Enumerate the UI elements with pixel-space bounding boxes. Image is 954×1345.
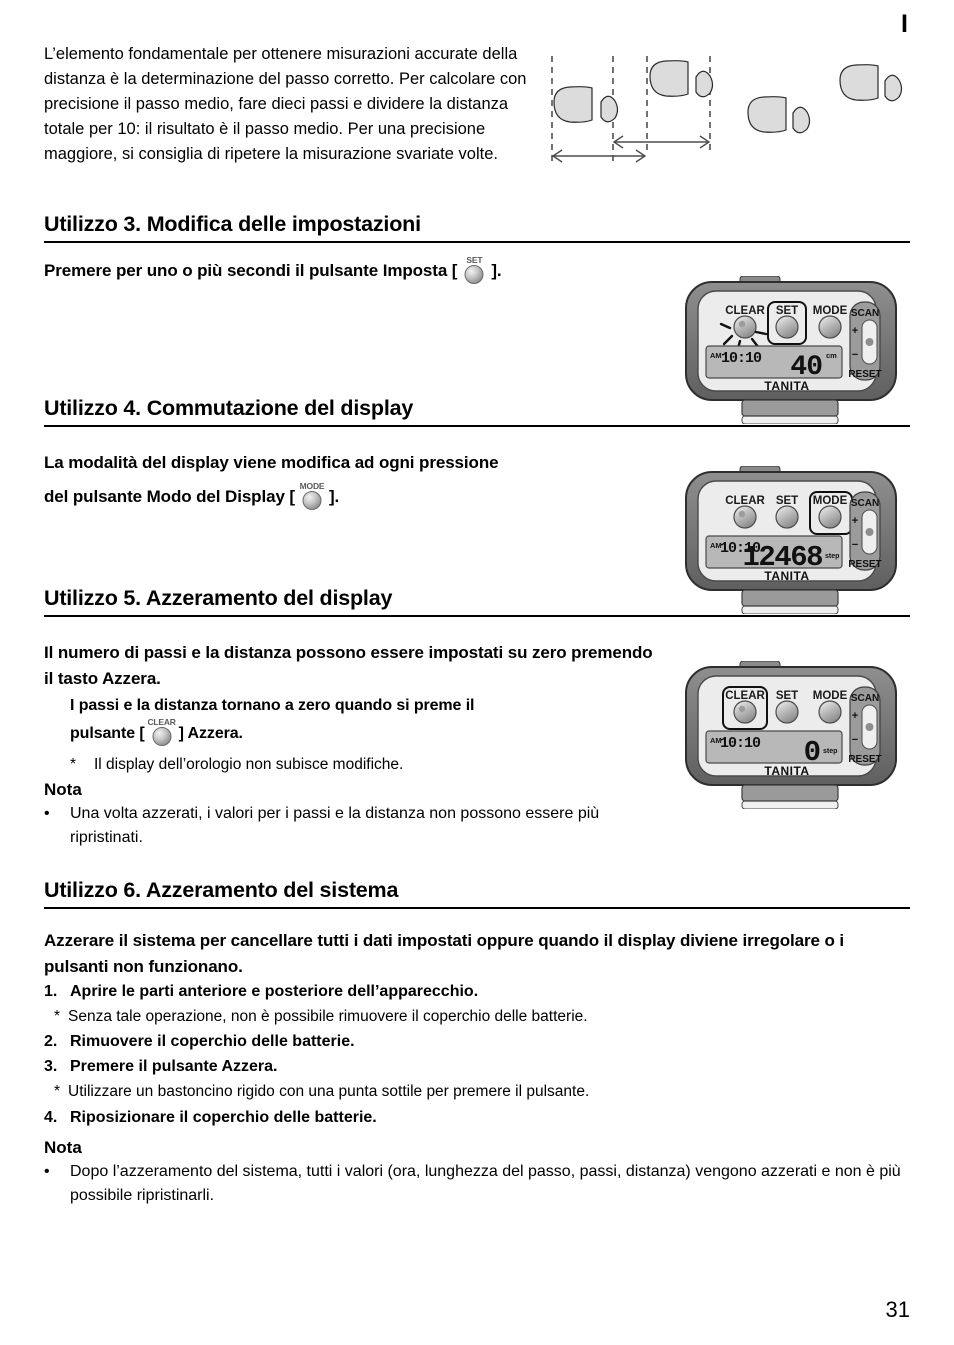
button-knob xyxy=(464,265,484,284)
section-title: Utilizzo 4. Commutazione del display xyxy=(44,396,414,420)
step-item: 4. Riposizionare il coperchio delle batt… xyxy=(44,1106,914,1130)
manual-page: I L’elemento fondamentale per ottenere m… xyxy=(0,0,954,1345)
heading-rule xyxy=(44,615,910,617)
star-symbol: * xyxy=(54,1083,61,1101)
step-text: Aprire le parti anteriore e posteriore d… xyxy=(70,983,479,1000)
svg-text:+: + xyxy=(852,710,858,722)
svg-text:+: + xyxy=(852,325,858,337)
clear-button-icon: CLEAR xyxy=(145,717,179,746)
svg-text:RESET: RESET xyxy=(848,754,881,765)
svg-text:MODE: MODE xyxy=(813,495,848,507)
button-knob xyxy=(302,491,322,510)
svg-text:cm: cm xyxy=(826,351,837,360)
heading-rule xyxy=(44,425,910,427)
svg-text:10:10: 10:10 xyxy=(721,350,762,367)
utilizzo5-sub-before: pulsante [ xyxy=(70,725,145,742)
heading-rule xyxy=(44,241,910,243)
utilizzo5-star-note: * Il display dell’orologio non subisce m… xyxy=(70,752,670,778)
utilizzo4-line1: La modalità del display viene modifica a… xyxy=(44,453,499,472)
set-button-icon: SET xyxy=(457,255,491,284)
svg-text:MODE: MODE xyxy=(813,690,848,702)
step-note: * Utilizzare un bastoncino rigido con un… xyxy=(44,1080,914,1103)
svg-text:+: + xyxy=(852,515,858,527)
step-item: 3. Premere il pulsante Azzera. xyxy=(44,1055,914,1079)
utilizzo6-nota: Nota • Dopo l’azzeramento del sistema, t… xyxy=(44,1138,914,1208)
utilizzo4-line2-after: ]. xyxy=(329,487,340,506)
star-note-text: Il display dell’orologio non subisce mod… xyxy=(94,756,404,773)
utilizzo6-lead: Azzerare il sistema per cancellare tutti… xyxy=(44,931,845,977)
utilizzo5-sub-line2: pulsante [CLEAR] Azzera. xyxy=(70,717,670,747)
button-knob xyxy=(152,727,172,746)
svg-text:−: − xyxy=(852,349,858,361)
svg-text:CLEAR: CLEAR xyxy=(725,690,765,702)
svg-text:CLEAR: CLEAR xyxy=(725,305,765,317)
svg-text:10:10: 10:10 xyxy=(720,735,761,752)
svg-text:step: step xyxy=(825,553,839,560)
svg-text:SCAN: SCAN xyxy=(851,693,879,704)
svg-text:RESET: RESET xyxy=(848,559,881,570)
nota-title: Nota xyxy=(44,1138,82,1157)
svg-text:SET: SET xyxy=(776,690,798,702)
svg-text:CLEAR: CLEAR xyxy=(725,495,765,507)
step-text: Premere il pulsante Azzera. xyxy=(70,1058,278,1076)
svg-text:−: − xyxy=(852,539,858,551)
utilizzo5-sub-after: ] Azzera. xyxy=(178,725,243,742)
step-text: Rimuovere il coperchio delle batterie. xyxy=(70,1033,355,1051)
svg-text:step: step xyxy=(823,748,837,755)
svg-text:TANITA: TANITA xyxy=(764,379,809,393)
svg-text:MODE: MODE xyxy=(813,305,848,317)
svg-text:SET: SET xyxy=(776,495,798,507)
mode-button-icon: MODE xyxy=(295,481,329,510)
star-symbol: * xyxy=(70,756,77,773)
step-number: 1. xyxy=(44,983,58,1000)
svg-text:RESET: RESET xyxy=(848,369,881,380)
svg-text:TANITA: TANITA xyxy=(764,569,809,583)
svg-text:SCAN: SCAN xyxy=(851,308,879,319)
nota-bullet-text: Dopo l’azzeramento del sistema, tutti i … xyxy=(70,1163,901,1204)
heading-rule xyxy=(44,907,910,909)
utilizzo3-lead-after: ]. xyxy=(491,261,502,280)
step-note-text: Senza tale operazione, non è possibile r… xyxy=(68,1008,588,1025)
section-title: Utilizzo 5. Azzeramento del display xyxy=(44,586,393,610)
step-item: 1. Aprire le parti anteriore e posterior… xyxy=(44,980,914,1004)
svg-text:−: − xyxy=(852,734,858,746)
step-number: 3. xyxy=(44,1058,58,1076)
nota-title: Nota xyxy=(44,780,82,799)
utilizzo3-lead-before: Premere per uno o più secondi il pulsant… xyxy=(44,261,458,280)
intro-paragraph: L’elemento fondamentale per ottenere mis… xyxy=(44,45,527,164)
utilizzo5-lead: Il numero di passi e la distanza possono… xyxy=(44,643,653,689)
section-heading-utilizzo-4: Utilizzo 4. Commutazione del display xyxy=(44,396,910,427)
step-note: * Senza tale operazione, non è possibile… xyxy=(44,1005,914,1028)
step-note-text: Utilizzare un bastoncino rigido con una … xyxy=(68,1083,590,1101)
step-text: Riposizionare il coperchio delle batteri… xyxy=(70,1108,377,1126)
page-number: 31 xyxy=(885,1297,910,1322)
utilizzo5-nota: Nota • Una volta azzerati, i valori per … xyxy=(44,780,644,850)
stride-measurement-diagram xyxy=(540,34,920,194)
bullet-symbol: • xyxy=(44,805,50,822)
star-symbol: * xyxy=(54,1008,61,1025)
section-title: Utilizzo 3. Modifica delle impostazioni xyxy=(44,212,421,236)
section-heading-utilizzo-5: Utilizzo 5. Azzeramento del display xyxy=(44,586,910,617)
svg-text:SET: SET xyxy=(776,305,798,317)
section-heading-utilizzo-3: Utilizzo 3. Modifica delle impostazioni xyxy=(44,212,910,243)
step-item: 2. Rimuovere il coperchio delle batterie… xyxy=(44,1030,914,1054)
step-number: 4. xyxy=(44,1108,58,1126)
svg-text:AM: AM xyxy=(710,351,722,360)
section-heading-utilizzo-6: Utilizzo 6. Azzeramento del sistema xyxy=(44,878,910,909)
bullet-symbol: • xyxy=(44,1163,50,1180)
step-number: 2. xyxy=(44,1033,58,1051)
utilizzo4-line2: del pulsante Modo del Display [MODE]. xyxy=(44,481,684,510)
nota-bullet-text: Una volta azzerati, i valori per i passi… xyxy=(70,805,600,846)
section-title: Utilizzo 6. Azzeramento del sistema xyxy=(44,878,399,902)
pedometer-device-clear: CLEAR SET MODE SCAN + − RESET AM 10:10 0… xyxy=(682,661,900,809)
utilizzo4-line2-before: del pulsante Modo del Display [ xyxy=(44,487,295,506)
utilizzo6-steps: 1. Aprire le parti anteriore e posterior… xyxy=(44,980,914,1131)
svg-text:SCAN: SCAN xyxy=(851,498,879,509)
svg-text:TANITA: TANITA xyxy=(764,764,809,778)
utilizzo3-lead: Premere per uno o più secondi il pulsant… xyxy=(44,255,684,284)
